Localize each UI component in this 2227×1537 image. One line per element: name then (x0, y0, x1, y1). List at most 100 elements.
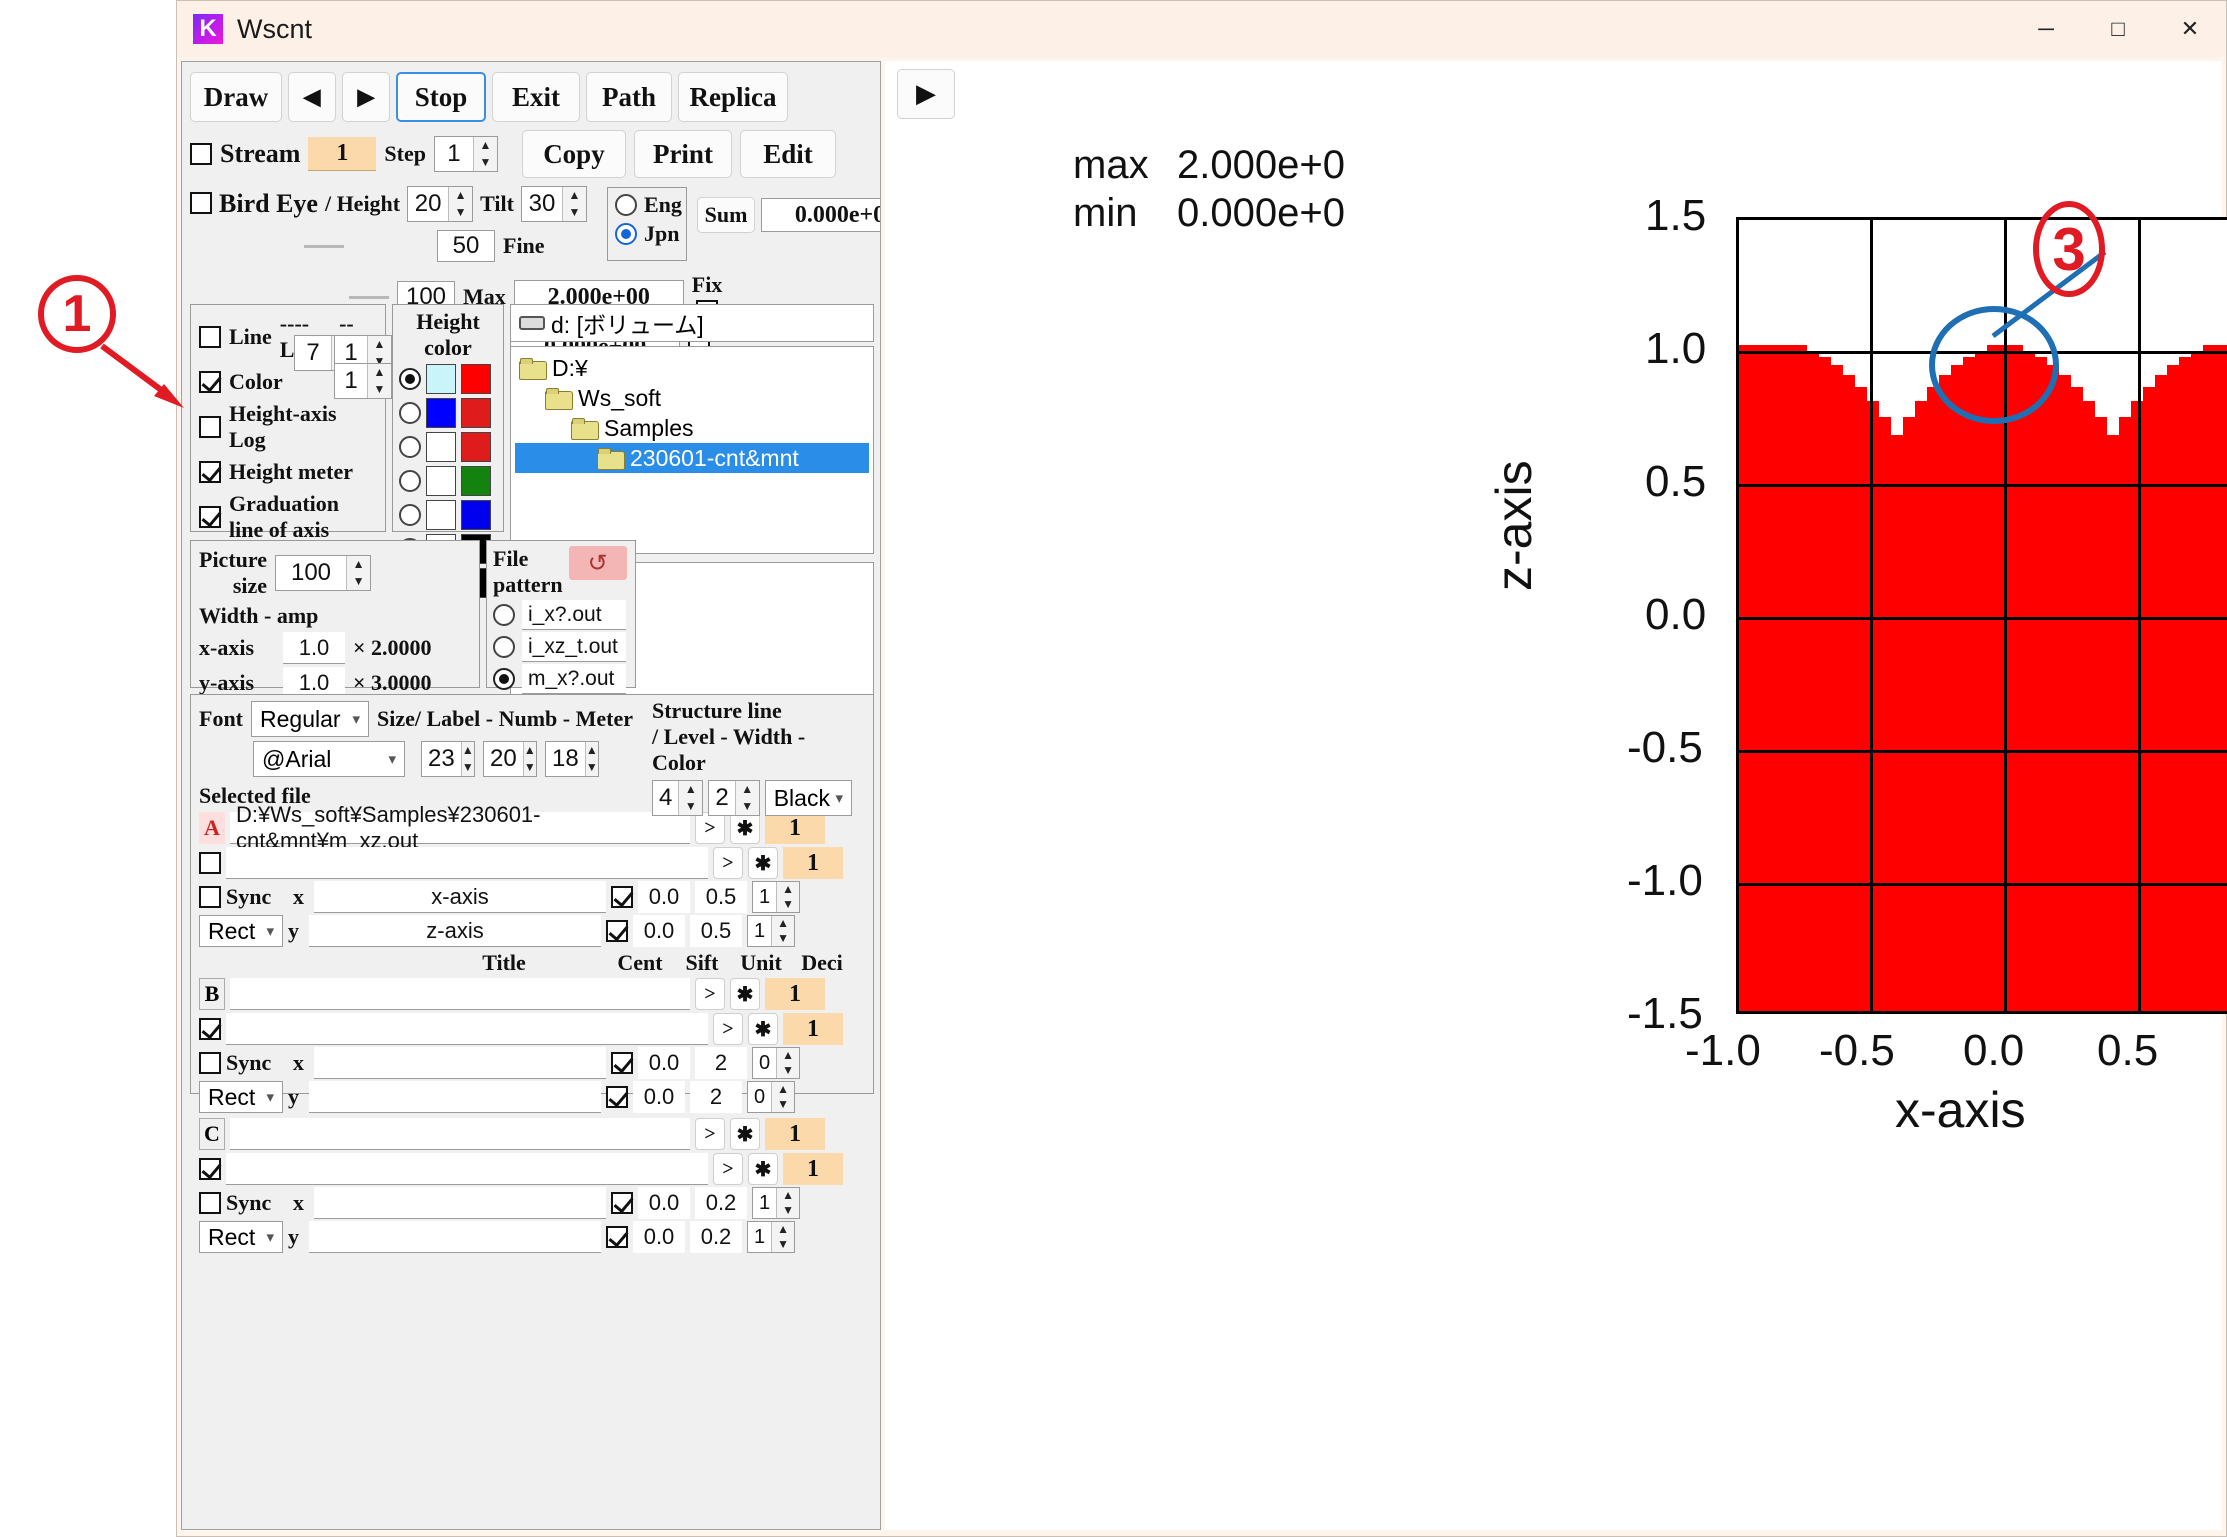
group-c-deci2[interactable]: 1 (783, 1153, 843, 1185)
group-c-y-deci-stepper[interactable]: 1 ▲ ▼ (747, 1221, 795, 1253)
group-c-y-title[interactable] (309, 1221, 601, 1253)
minimize-icon[interactable]: ─ (2010, 1, 2082, 57)
exit-button[interactable]: Exit (492, 72, 580, 122)
height-axis-log-checkbox[interactable] (199, 416, 221, 438)
group-b-y-cent-checkbox[interactable] (606, 1086, 628, 1108)
height-color-radio-0[interactable] (399, 368, 421, 390)
group-a-deci[interactable]: 1 (765, 812, 825, 844)
height-color-high-swatch-0[interactable] (461, 364, 491, 394)
group-b-tag[interactable]: B (199, 978, 225, 1010)
group-b-shape-select[interactable]: Rect ▾ (199, 1081, 283, 1113)
group-c-deci1[interactable]: 1 (765, 1118, 825, 1150)
max-slider[interactable] (349, 295, 389, 299)
group-a-path-input[interactable]: D:¥Ws_soft¥Samples¥230601-cnt&mnt¥m_xz.o… (230, 802, 690, 853)
height-color-low-swatch-4[interactable] (426, 500, 456, 530)
group-c-x-sift[interactable]: 0.0 (638, 1187, 690, 1219)
lang-jpn-radio[interactable] (615, 223, 637, 245)
font-style-select[interactable]: Regular ▾ (251, 701, 369, 737)
height-color-radio-3[interactable] (399, 470, 421, 492)
group-c-x-title[interactable] (314, 1187, 606, 1219)
group-a-browse-button[interactable]: > (695, 812, 725, 844)
picture-size-stepper[interactable]: 100 ▲ ▼ (275, 555, 372, 591)
group-a-x-deci-stepper[interactable]: 1 ▲ ▼ (752, 881, 800, 913)
group-c-star-button[interactable]: ✱ (730, 1118, 760, 1150)
group-b2-browse-button[interactable]: > (713, 1013, 743, 1045)
group-a-y-sift[interactable]: 0.0 (633, 915, 685, 947)
group-c-browse-button[interactable]: > (695, 1118, 725, 1150)
group-c-y-unit[interactable]: 0.2 (690, 1221, 742, 1253)
next-icon[interactable]: ▶ (342, 72, 390, 122)
group-a-x-title[interactable]: x-axis (314, 881, 606, 913)
group-c-tag[interactable]: C (199, 1118, 225, 1150)
group-b-path2-input[interactable] (226, 1013, 708, 1045)
group-a-x-cent-checkbox[interactable] (611, 886, 633, 908)
height-color-row-1[interactable] (399, 398, 497, 428)
file-pattern-option-1[interactable]: i_xz_t.out (493, 632, 629, 662)
group-a-star-button[interactable]: ✱ (730, 812, 760, 844)
file-pattern-radio-1[interactable] (493, 636, 515, 658)
group-a-y-unit[interactable]: 0.5 (690, 915, 742, 947)
group-b-sync-checkbox[interactable] (199, 1052, 221, 1074)
height-color-low-swatch-0[interactable] (426, 364, 456, 394)
prev-icon[interactable]: ◀ (288, 72, 336, 122)
copy-button[interactable]: Copy (521, 130, 626, 178)
group-c-y-sift[interactable]: 0.0 (633, 1221, 685, 1253)
line-checkbox[interactable] (199, 326, 221, 348)
lang-eng-radio[interactable] (615, 194, 637, 216)
height-color-row-4[interactable] (399, 500, 497, 530)
height-color-radio-4[interactable] (399, 504, 421, 526)
group-a2-star-button[interactable]: ✱ (748, 847, 778, 879)
group-b-y-unit[interactable]: 2 (690, 1081, 742, 1113)
struct-level-stepper[interactable]: 4 ▲ ▼ (652, 780, 704, 816)
tree-node-3[interactable]: 230601-cnt&mnt (515, 443, 869, 473)
label-size-stepper[interactable]: 23 ▲ ▼ (421, 741, 475, 777)
meter-size-stepper[interactable]: 18 ▲ ▼ (545, 741, 599, 777)
refresh-icon[interactable]: ↺ (568, 546, 627, 580)
group-c2-star-button[interactable]: ✱ (748, 1153, 778, 1185)
group-a2-browse-button[interactable]: > (713, 847, 743, 879)
group-a-x-sift[interactable]: 0.0 (638, 881, 690, 913)
group-c-shape-select[interactable]: Rect ▾ (199, 1221, 283, 1253)
play-button[interactable]: ▶ (897, 69, 955, 119)
height-color-radio-1[interactable] (399, 402, 421, 424)
group-b-browse-button[interactable]: > (695, 978, 725, 1010)
height-color-high-swatch-3[interactable] (461, 466, 491, 496)
height-color-row-3[interactable] (399, 466, 497, 496)
group-c-x-unit[interactable]: 0.2 (695, 1187, 747, 1219)
replica-button[interactable]: Replica (678, 72, 788, 122)
font-family-select[interactable]: @Arial ▾ (253, 741, 405, 777)
path-button[interactable]: Path (586, 72, 672, 122)
group-a-path2-input[interactable] (226, 847, 708, 879)
fine-slider[interactable] (304, 244, 344, 248)
height-color-row-2[interactable] (399, 432, 497, 462)
group-c-y-cent-checkbox[interactable] (606, 1226, 628, 1248)
fine-value[interactable]: 50 (437, 230, 495, 262)
color-checkbox[interactable] (199, 371, 221, 393)
group-b-deci1[interactable]: 1 (765, 978, 825, 1010)
group-c-x-deci-stepper[interactable]: 1 ▲ ▼ (752, 1187, 800, 1219)
group-a-y-title[interactable]: z-axis (309, 915, 601, 947)
height-color-low-swatch-3[interactable] (426, 466, 456, 496)
group-c-x-cent-checkbox[interactable] (611, 1192, 633, 1214)
height-color-high-swatch-1[interactable] (461, 398, 491, 428)
height-meter-checkbox[interactable] (199, 461, 221, 483)
close-icon[interactable]: ✕ (2154, 1, 2226, 57)
group-b-y-title[interactable] (309, 1081, 601, 1113)
height-color-low-swatch-1[interactable] (426, 398, 456, 428)
directory-tree[interactable]: D:¥ Ws_soft Samples 230601-cnt&mnt (510, 346, 874, 554)
group-a-shape-select[interactable]: Rect ▾ (199, 915, 283, 947)
group-b-y-sift[interactable]: 0.0 (633, 1081, 685, 1113)
group-a-tag[interactable]: A (199, 812, 225, 844)
height-color-radio-2[interactable] (399, 436, 421, 458)
x-axis-amp-value[interactable]: 1.0 (283, 632, 345, 664)
group-c-row2-checkbox[interactable] (199, 1158, 221, 1180)
height-color-row-0[interactable] (399, 364, 497, 394)
group-b-y-deci-stepper[interactable]: 0 ▲ ▼ (747, 1081, 795, 1113)
group-c-path-input[interactable] (230, 1118, 690, 1150)
tree-node-0[interactable]: D:¥ (515, 353, 869, 383)
height-color-low-swatch-2[interactable] (426, 432, 456, 462)
group-b2-star-button[interactable]: ✱ (748, 1013, 778, 1045)
draw-button[interactable]: Draw (190, 72, 282, 122)
stream-value[interactable]: 1 (308, 137, 377, 171)
height-color-high-swatch-4[interactable] (461, 500, 491, 530)
